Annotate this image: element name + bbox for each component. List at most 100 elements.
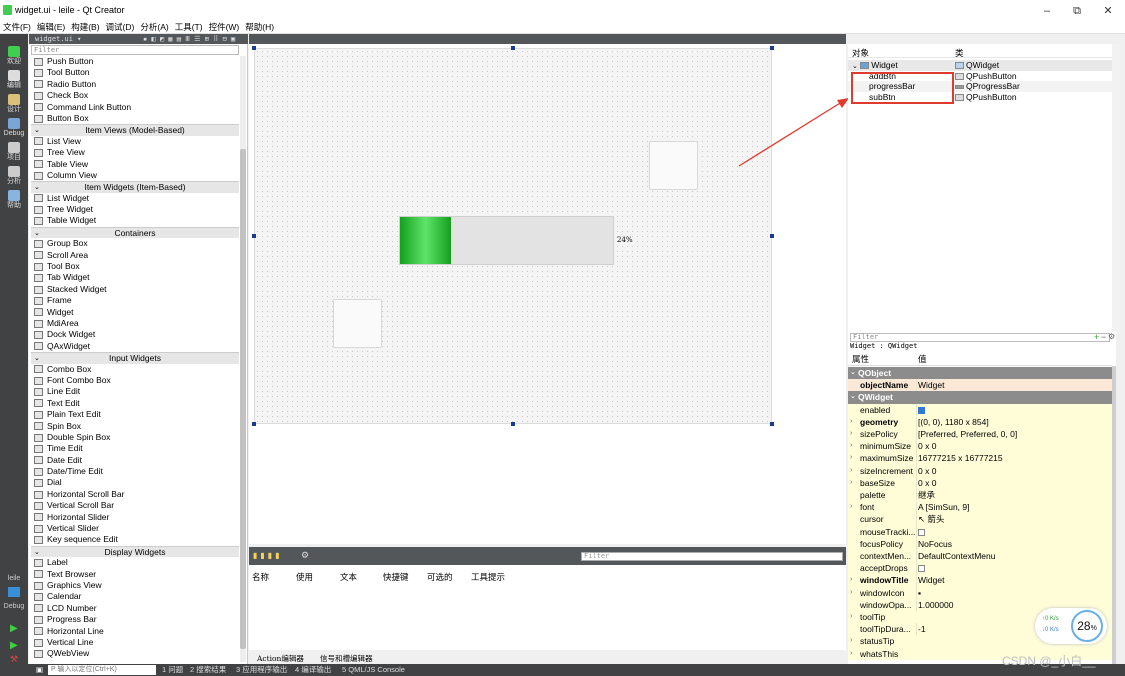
add-button[interactable] (649, 141, 698, 190)
resize-handle[interactable] (770, 422, 774, 426)
kit-monitor-icon[interactable] (8, 587, 20, 597)
widget-item[interactable]: Dock Widget (31, 329, 239, 340)
resize-handle[interactable] (511, 422, 515, 426)
property-row[interactable]: › minimumSize 0 x 0 (848, 440, 1112, 453)
property-value[interactable]: 0 x 0 (916, 476, 1112, 489)
resize-handle[interactable] (770, 46, 774, 50)
configure-icon[interactable]: ⚙ (1108, 332, 1115, 341)
widget-item[interactable]: Double Spin Box (31, 432, 239, 443)
output-pane-app-output[interactable]: 3 应用程序输出 (236, 664, 287, 676)
property-value[interactable]: Widget (916, 574, 1112, 587)
checkbox[interactable] (918, 528, 925, 536)
property-row[interactable]: › windowIcon ▪ (848, 586, 1112, 599)
widget-item[interactable]: Vertical Line (31, 637, 239, 648)
property-row[interactable]: › sizeIncrement 0 x 0 (848, 464, 1112, 477)
widget-item[interactable]: Horizontal Scroll Bar (31, 489, 239, 500)
property-row[interactable]: acceptDrops (848, 562, 1112, 575)
widget-item[interactable]: Combo Box (31, 364, 239, 375)
mode-debug[interactable]: Debug (0, 116, 28, 140)
property-value[interactable]: DefaultContextMenu (916, 550, 1112, 563)
property-value[interactable] (916, 403, 1112, 416)
widget-item[interactable]: LCD Number (31, 603, 239, 614)
sub-button[interactable] (333, 299, 382, 348)
widget-item[interactable]: Date Edit (31, 455, 239, 466)
action-toolbar-icons[interactable]: ▮▮▮▮ (253, 551, 283, 560)
widget-item[interactable]: List View (31, 136, 239, 147)
widget-item[interactable]: Horizontal Line (31, 626, 239, 637)
widget-item[interactable]: Radio Button (31, 79, 239, 90)
debug-run-icon[interactable]: ▶ (10, 640, 18, 651)
configure-icon[interactable]: ⚙ (301, 550, 309, 561)
resize-handle[interactable] (252, 234, 256, 238)
widget-item[interactable]: Button Box (31, 113, 239, 124)
object-tree-root[interactable]: ⌄ Widget QWidget (848, 60, 1116, 71)
mode-analyze[interactable]: 分析 (0, 164, 28, 188)
property-editor-scroll-thumb[interactable] (1112, 366, 1116, 664)
property-value[interactable]: [Preferred, Preferred, 0, 0] (916, 428, 1112, 441)
widget-item[interactable]: Table View (31, 159, 239, 170)
widget-item[interactable]: QWebView (31, 648, 239, 659)
widget-item[interactable]: Text Browser (31, 569, 239, 580)
property-row[interactable]: › baseSize 0 x 0 (848, 476, 1112, 489)
property-row[interactable]: › maximumSize 16777215 x 16777215 (848, 452, 1112, 465)
widget-item[interactable]: Vertical Scroll Bar (31, 500, 239, 511)
widget-item[interactable]: Plain Text Edit (31, 409, 239, 420)
widget-item[interactable]: Font Combo Box (31, 375, 239, 386)
checkbox[interactable] (918, 565, 925, 573)
property-category[interactable]: ⌄ QWidget (848, 391, 1112, 404)
locator-input[interactable]: P 输入以定位(Ctrl+K) (48, 665, 156, 675)
property-row[interactable]: objectName Widget (848, 379, 1112, 392)
menu-widgets[interactable]: 控件(W) (206, 22, 243, 33)
property-value[interactable]: 继承 (916, 489, 1112, 502)
property-filter-input[interactable]: Filter (850, 333, 1110, 342)
property-value[interactable]: 0 x 0 (916, 440, 1112, 453)
property-row[interactable]: focusPolicy NoFocus (848, 537, 1112, 550)
widget-item[interactable]: Column View (31, 170, 239, 181)
progress-bar[interactable] (399, 216, 614, 265)
menu-build[interactable]: 构建(B) (68, 22, 102, 33)
mode-edit[interactable]: 编辑 (0, 68, 28, 92)
checkbox[interactable] (918, 406, 925, 414)
tab-signal-slot-editor[interactable]: 信号和槽编辑器 (320, 653, 373, 664)
widget-item[interactable]: MdiArea (31, 318, 239, 329)
property-value[interactable]: ↖ 箭头 (916, 513, 1112, 526)
property-value[interactable]: 0 x 0 (916, 464, 1112, 477)
widget-item[interactable]: Command Link Button (31, 102, 239, 113)
widget-item[interactable]: Graphics View (31, 580, 239, 591)
property-row[interactable]: palette 继承 (848, 489, 1112, 502)
widget-item[interactable]: Spin Box (31, 421, 239, 432)
widget-item[interactable]: Progress Bar (31, 614, 239, 625)
widget-item[interactable]: Widget (31, 307, 239, 318)
mode-project[interactable]: 项目 (0, 140, 28, 164)
widget-category[interactable]: ⌄ Containers (31, 226, 239, 239)
maximize-button[interactable]: ⧉ (1062, 2, 1092, 20)
menu-debug[interactable]: 调试(D) (103, 22, 138, 33)
property-row[interactable]: › sizePolicy [Preferred, Preferred, 0, 0] (848, 428, 1112, 441)
output-pane-issues[interactable]: 1 问题 (162, 664, 183, 676)
property-value[interactable]: A [SimSun, 9] (916, 501, 1112, 514)
widget-item[interactable]: Push Button (31, 56, 239, 67)
widget-item[interactable]: Group Box (31, 238, 239, 249)
property-row[interactable]: › font A [SimSun, 9] (848, 501, 1112, 514)
widget-category[interactable]: ⌄ Item Views (Model-Based) (31, 124, 239, 136)
property-value[interactable]: Widget (916, 379, 1112, 392)
resize-handle[interactable] (252, 46, 256, 50)
action-filter-input[interactable]: Filter (581, 552, 843, 561)
menu-help[interactable]: 帮助(H) (242, 22, 277, 33)
widget-item[interactable]: Tab Widget (31, 272, 239, 283)
widget-item[interactable]: Tool Button (31, 67, 239, 78)
property-value[interactable]: [(0, 0), 1180 x 854] (916, 415, 1112, 428)
remove-property-icon[interactable]: − (1101, 332, 1106, 342)
property-row[interactable]: mouseTracki... (848, 525, 1112, 538)
property-row[interactable]: cursor ↖ 箭头 (848, 513, 1112, 526)
widget-item[interactable]: Calendar (31, 591, 239, 602)
widget-item[interactable]: Date/Time Edit (31, 466, 239, 477)
widget-item[interactable]: Tree Widget (31, 204, 239, 215)
widget-item[interactable]: Tool Box (31, 261, 239, 272)
widget-item[interactable]: Scroll Area (31, 250, 239, 261)
resize-handle[interactable] (511, 46, 515, 50)
output-pane-search[interactable]: 2 搜索结果 (190, 664, 226, 676)
run-icon[interactable]: ▶ (10, 623, 18, 634)
widget-filter-input[interactable]: Filter (31, 45, 239, 55)
property-value[interactable]: 16777215 x 16777215 (916, 452, 1112, 465)
